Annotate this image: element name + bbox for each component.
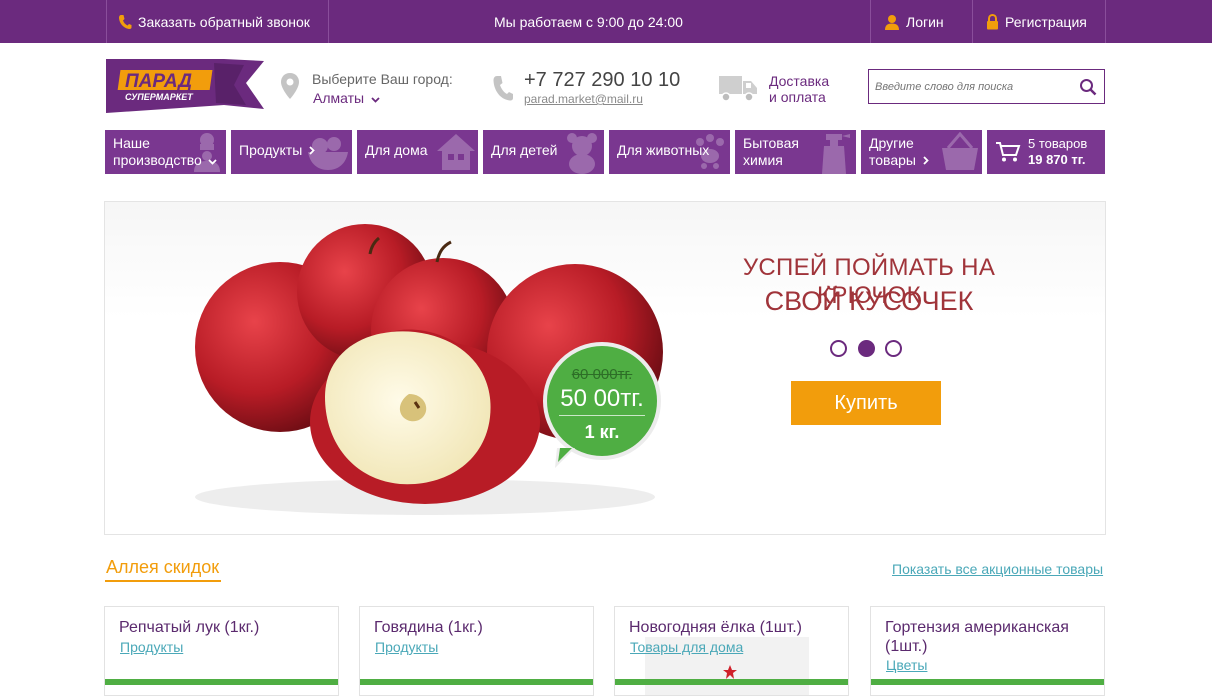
nav-label-text: Продукты [239,142,303,158]
product-card[interactable]: Говядина (1кг.) Продукты [359,606,594,696]
slider-dot-2[interactable] [858,340,875,357]
product-category-link[interactable]: Товары для дома [630,639,743,655]
cart-button[interactable]: 5 товаров 19 870 тг. [987,130,1105,174]
buy-button[interactable]: Купить [791,381,941,425]
product-card-bar [871,679,1104,685]
nav-other-goods[interactable]: Другие товары [861,130,982,174]
delivery-line-2: и оплата [769,89,826,105]
product-card-bar [615,679,848,685]
nav-our-production[interactable]: Наше производство [105,130,226,174]
search-icon [1080,79,1097,96]
badge-tail-icon [555,448,575,468]
handset-icon [493,76,513,101]
location-pin-icon [281,73,299,99]
city-value: Алматы [313,90,365,106]
nav-label-line-1: Другие [869,135,914,151]
delivery-line-1: Доставка [769,73,830,89]
phone-icon [119,14,132,29]
phone-number[interactable]: +7 727 290 10 10 [524,69,680,92]
nav-label-line-1: Наше [113,135,150,151]
basket-icon [942,132,978,170]
search-input[interactable] [875,78,1075,96]
product-card-bar [360,679,593,685]
chevron-right-icon [309,146,315,155]
product-card[interactable]: Гортензия американская (1шт.) Цветы [870,606,1105,696]
nav-label-text: Для детей [491,142,558,158]
nav-label-line-2: химия [743,152,783,168]
flower-icon [723,665,737,679]
nav-label-text: Для животных [617,142,710,158]
lock-icon [987,13,998,29]
product-title: Говядина (1кг.) [374,619,483,636]
spray-bottle-icon [822,134,850,174]
callback-link[interactable]: Заказать обратный звонок [118,0,310,43]
register-link[interactable]: Регистрация [986,0,1087,43]
section-title-underline [105,580,221,582]
product-card-bar [105,679,338,685]
nav-label-line-2: товары [869,152,916,168]
price-unit: 1 кг. [584,422,620,442]
working-hours-label: Мы работаем с 9:00 до 24:00 [494,13,683,30]
price-divider [559,415,645,416]
nav-label: Бытовая химия [743,135,799,169]
new-price: 50 00тг. [560,385,644,412]
city-selector[interactable]: Алматы [313,90,380,106]
product-category-link[interactable]: Продукты [120,639,183,655]
product-category-link[interactable]: Продукты [375,639,438,655]
logo-text: ПАРАД [125,71,192,92]
register-label: Регистрация [1005,13,1087,30]
nav-label: Наше производство [113,135,217,169]
product-card[interactable]: Новогодняя ёлка (1шт.) Товары для дома [614,606,849,696]
callback-label: Заказать обратный звонок [138,13,310,30]
product-title: Гортензия американская (1шт.) [885,619,1069,655]
nav-products[interactable]: Продукты [231,130,352,174]
top-bar: Заказать обратный звонок Мы работаем с 9… [0,0,1212,43]
price-badge: 60 000тг. 50 00тг. 1 кг. [543,342,661,460]
login-label: Логин [906,13,944,30]
city-select-label: Выберите Ваш город: [312,71,453,87]
promo-banner: 60 000тг. 50 00тг. 1 кг. УСПЕЙ ПОЙМАТЬ Н… [104,201,1106,535]
delivery-link[interactable]: Доставка и оплата [769,73,829,105]
section-title: Аллея скидок [106,557,220,577]
teddy-bear-icon [567,133,597,174]
email-link[interactable]: parad.market@mail.ru [524,92,643,106]
user-icon [885,14,899,30]
chevron-down-icon [208,159,217,165]
chevron-down-icon [371,97,380,103]
nav-label-line-2: производство [113,152,202,168]
cart-count: 5 товаров [1028,136,1088,151]
working-hours: Мы работаем с 9:00 до 24:00 [494,0,683,43]
topbar-divider [328,0,329,43]
slider-dot-1[interactable] [830,340,847,357]
nav-for-kids[interactable]: Для детей [483,130,604,174]
show-all-promotions-link[interactable]: Показать все акционные товары [892,561,1103,577]
nav-label: Продукты [239,142,315,159]
topbar-divider [870,0,871,43]
slider-dot-3[interactable] [885,340,902,357]
cart-icon [996,142,1021,162]
cart-total: 19 870 тг. [1028,152,1086,167]
product-title: Репчатый лук (1кг.) [119,619,260,636]
product-category-link[interactable]: Цветы [886,657,927,673]
site-logo[interactable]: ПАРАД СУПЕРМАРКЕТ [106,59,266,113]
product-card[interactable]: Репчатый лук (1кг.) Продукты [104,606,339,696]
banner-subheadline: СВОЙ КУСОЧЕК [764,286,974,316]
house-icon [437,134,475,170]
product-title: Новогодняя ёлка (1шт.) [629,619,802,636]
login-link[interactable]: Логин [884,0,944,43]
search-box [868,69,1105,104]
nav-label-line-1: Бытовая [743,135,799,151]
topbar-divider [972,0,973,43]
chevron-right-icon [923,156,929,165]
nav-household-chemicals[interactable]: Бытовая химия [735,130,856,174]
nav-label-text: Для дома [365,142,428,158]
nav-label: Другие товары [869,135,929,169]
truck-icon [719,76,757,102]
old-price: 60 000тг. [571,366,633,383]
logo-subtext: СУПЕРМАРКЕТ [125,92,194,102]
nav-for-home[interactable]: Для дома [357,130,478,174]
search-button[interactable] [1079,78,1097,101]
nav-for-pets[interactable]: Для животных [609,130,730,174]
